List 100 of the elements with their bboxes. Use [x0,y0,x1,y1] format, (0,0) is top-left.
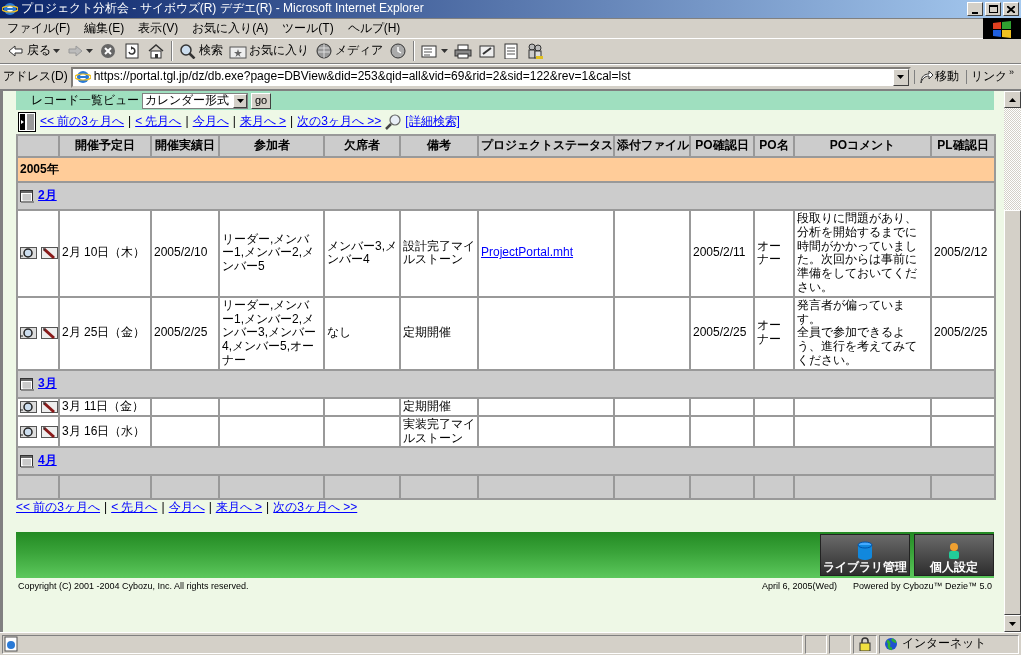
menu-item[interactable]: ファイル(F) [0,21,78,36]
edit-page-icon [478,43,496,59]
separator-text: | [185,115,189,129]
table-cell: オーナー [754,210,794,297]
table-cell: 2005/2/12 [931,210,995,297]
nav-link[interactable]: < 先月へ [135,115,182,129]
menu-item[interactable]: お気に入り(A) [185,21,276,36]
people-icon [526,43,544,59]
windows-logo-icon [991,19,1013,38]
calendar-icon [20,189,34,203]
panel-toggle-icon[interactable] [18,112,36,132]
nav-link[interactable]: 次の3ヶ月へ >> [297,115,382,129]
separator-text: | [266,501,270,516]
menu-item[interactable]: 編集(E) [77,21,132,36]
close-button[interactable] [1003,2,1019,16]
address-field[interactable]: https://portal.tgl.jp/dz/db.exe?page=DBView&did=253&qid=all&vid=69&rid=2&sid=122&rev=1&cal=lst [70,66,911,88]
menu-item[interactable]: 表示(V) [131,21,186,36]
column-header: PO確認日 [690,135,754,157]
edit-record-icon[interactable] [41,399,58,414]
nav-link[interactable]: 次の3ヶ月へ >> [273,501,358,516]
month-link[interactable]: 4月 [38,454,57,469]
menu-item[interactable]: ツール(T) [275,21,341,36]
browser-icon [2,1,18,17]
printer-icon [454,43,472,59]
view-label: レコード一覧ビュー [31,93,139,108]
table-cell: 2005/2/25 [931,296,995,370]
page-icon [3,636,19,652]
stop-icon [99,43,117,59]
column-header: プロジェクトステータス [478,135,614,157]
comment-text: 全員で参加できるよう、進行を考えてみてください。 [797,326,918,368]
column-header: 開催実績日 [151,135,219,157]
separator-text: | [104,501,108,516]
nav-link[interactable]: < 先月へ [111,501,158,516]
view-select[interactable]: カレンダー形式 [142,92,248,109]
browser-icon [74,69,91,85]
search-link[interactable]: [詳細検索] [405,115,460,129]
separator-text: | [128,115,132,129]
menu-item[interactable]: ヘルプ(H) [340,21,408,36]
view-record-icon[interactable] [20,424,37,439]
column-header: 添付ファイル [614,135,690,157]
history-clock-icon [389,43,407,59]
search-button[interactable]: 検索 [176,43,226,59]
month-link[interactable]: 3月 [38,376,57,391]
footer-button[interactable]: 個人設定 [914,534,994,577]
calendar-icon [20,377,34,391]
year-row: 2005年 [17,157,995,182]
table-cell: なし [324,296,400,370]
media-button[interactable]: メディア [312,43,386,59]
view-record-icon[interactable] [20,326,37,341]
table-cell: オーナー [754,296,794,370]
mail-button[interactable] [418,43,451,59]
file-link[interactable]: ProjectPortal.mht [481,245,574,260]
go-button[interactable]: 移動 [914,70,963,84]
column-header: PO名 [754,135,794,157]
status-panel [829,634,851,654]
column-header: 欠席者 [324,135,400,157]
go-arrow-icon [919,70,933,84]
nav-link[interactable]: 来月へ > [239,115,287,129]
document-icon [502,43,520,59]
table-cell: 定期開催 [400,397,478,416]
column-header: POコメント [794,135,931,157]
table-cell: 3月 16日（水） [59,415,151,448]
nav-link[interactable]: 今月へ [192,115,229,129]
table-cell: リーダー,メンバー1,メンバー2,メンバー3,メンバー4,メンバー5,オーナー [219,296,324,370]
refresh-icon [123,43,141,59]
edit-record-icon[interactable] [41,326,58,341]
table-cell: リーダー,メンバー1,メンバー2,メンバー5 [219,210,324,297]
month-link[interactable]: 2月 [38,189,57,203]
links-button[interactable]: リンク $^{»}$ [966,70,1018,84]
table-cell: 2月 25日（金） [59,296,151,370]
go-button[interactable]: go [251,92,272,109]
back-button[interactable]: 戻る [4,43,63,59]
scrollbar[interactable] [1004,91,1021,632]
nav-link[interactable]: << 前の3ヶ月へ [16,501,101,516]
separator-text: | [232,115,236,129]
maximize-icon [988,5,998,13]
view-record-icon[interactable] [20,246,37,261]
favorites-button[interactable]: お気に入り [226,43,312,59]
media-globe-icon [315,43,333,59]
nav-link[interactable]: << 前の3ヶ月へ [40,115,125,129]
nav-link[interactable]: 今月へ [168,501,205,516]
maximize-button[interactable] [985,2,1001,16]
edit-record-icon[interactable] [41,246,58,261]
edit-record-icon[interactable] [41,424,58,439]
footer-button[interactable]: ライブラリ管理 [820,534,910,577]
lock-icon [859,637,871,651]
view-record-icon[interactable] [20,399,37,414]
minimize-button[interactable] [967,2,983,16]
date-text: April 6, 2005(Wed) [762,581,837,592]
home-icon [147,43,165,59]
separator-text: | [161,501,165,516]
comment-text: 発言者が偏っています。 [797,298,906,326]
column-header: 開催予定日 [59,135,151,157]
separator-text: | [208,501,212,516]
window-title: プロジェクト分析会 - サイボウズ(R) デヂエ(R) - Microsoft Internet Explorer [21,2,425,16]
print-button[interactable] [451,43,475,59]
nav-link[interactable]: 来月へ > [215,501,263,516]
table-cell: 2005/2/25 [151,296,219,370]
table-cell: 2005/2/25 [690,296,754,370]
table-cell: 3月 11日（金） [59,397,151,416]
